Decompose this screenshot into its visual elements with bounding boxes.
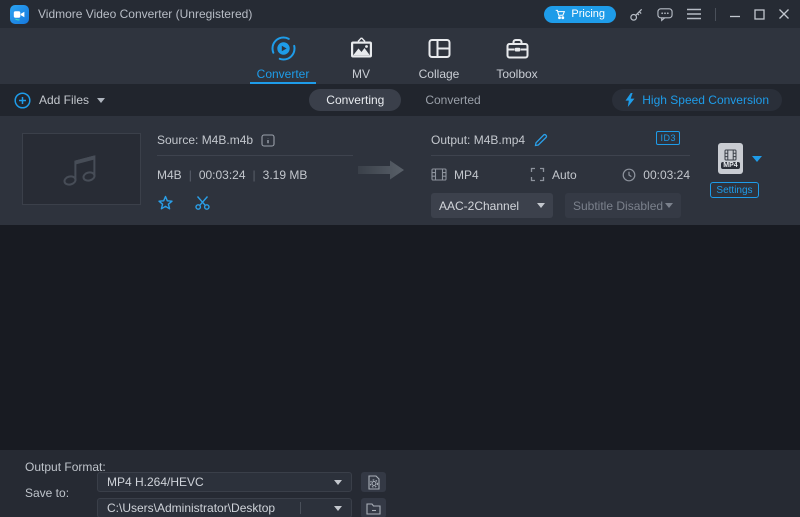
source-divider [157, 155, 353, 156]
cart-icon [555, 9, 566, 20]
converting-tab[interactable]: Converting [309, 89, 401, 111]
scissors-icon [194, 195, 211, 211]
audio-dropdown-caret-icon [537, 203, 545, 208]
pricing-label: Pricing [571, 8, 605, 20]
output-profile-button[interactable]: MP4 [718, 143, 743, 174]
output-divider [431, 155, 690, 156]
app-logo-icon [10, 5, 29, 24]
high-speed-conversion-button[interactable]: High Speed Conversion [612, 89, 782, 111]
toolbox-icon [504, 35, 531, 62]
subtitle-value: Subtitle Disabled [573, 199, 663, 213]
tab-converter-label: Converter [257, 67, 310, 81]
source-filename: Source: M4B.m4b [157, 133, 253, 147]
profile-format-label: MP4 [721, 162, 739, 169]
converter-icon [270, 35, 297, 62]
audio-track-value: AAC-2Channel [439, 199, 519, 213]
maximize-button[interactable] [754, 9, 765, 20]
file-list-empty-area [0, 225, 800, 450]
tab-collage-label: Collage [419, 67, 460, 81]
tab-toolbox-label: Toolbox [496, 67, 537, 81]
music-note-icon [59, 150, 105, 188]
rename-pencil-icon[interactable] [533, 133, 548, 148]
save-to-field-label: Save to: [25, 486, 69, 500]
output-filename: Output: M4B.mp4 [431, 133, 525, 147]
output-format-field-label: Output Format: [25, 460, 106, 474]
mv-icon [348, 35, 375, 62]
file-thumbnail[interactable] [22, 133, 141, 205]
register-key-icon[interactable] [629, 7, 644, 22]
resolution-icon [530, 167, 545, 182]
close-button[interactable] [778, 8, 790, 20]
app-window: Vidmore Video Converter (Unregistered) P… [0, 0, 800, 517]
source-info: Source: M4B.m4b M4B | 00:03:24 | 3.19 MB [157, 132, 353, 212]
converter-toolbar: Add Files Converting Converted High Spee… [0, 84, 800, 116]
profile-film-icon [724, 149, 737, 161]
tab-collage[interactable]: Collage [406, 28, 472, 84]
bottom-bar: Output Format: MP4 H.264/HEVC Save to: C… [0, 450, 800, 517]
output-scale-value: Auto [552, 168, 577, 182]
tab-mv-label: MV [352, 67, 370, 81]
settings-button[interactable]: Settings [710, 182, 759, 198]
source-meta: M4B | 00:03:24 | 3.19 MB [157, 168, 353, 182]
audio-track-dropdown[interactable]: AAC-2Channel [431, 193, 553, 218]
subtitle-dropdown[interactable]: Subtitle Disabled [565, 193, 681, 218]
output-info: Output: M4B.mp4 ID3 MP4 Auto 00:03:24 [431, 132, 690, 218]
output-duration-value: 00:03:24 [643, 168, 690, 182]
window-title: Vidmore Video Converter (Unregistered) [38, 7, 252, 21]
tab-converter[interactable]: Converter [250, 28, 316, 84]
cut-button[interactable] [194, 195, 211, 212]
source-duration: 00:03:24 [199, 168, 246, 182]
output-format-value: MP4 [454, 168, 479, 182]
menu-icon[interactable] [686, 8, 702, 20]
conversion-arrow-icon [356, 158, 406, 182]
save-to-select-value: C:\Users\Administrator\Desktop [107, 501, 275, 515]
lightning-icon [625, 93, 635, 107]
output-meta: MP4 Auto 00:03:24 [431, 167, 690, 182]
profile-caret-icon[interactable] [752, 156, 762, 162]
source-format: M4B [157, 168, 182, 182]
high-speed-label: High Speed Conversion [642, 93, 769, 107]
main-nav: Converter MV Collage Toolbox [0, 28, 800, 84]
titlebar-separator [715, 8, 716, 21]
feedback-icon[interactable] [657, 7, 673, 22]
pricing-button[interactable]: Pricing [544, 6, 616, 23]
tab-toolbox[interactable]: Toolbox [484, 28, 550, 84]
converted-tab[interactable]: Converted [415, 89, 490, 111]
subtitle-dropdown-caret-icon [665, 203, 673, 208]
clock-icon [622, 168, 636, 182]
minimize-button[interactable] [729, 8, 741, 20]
open-folder-button[interactable] [361, 498, 386, 517]
edit-star-icon [157, 195, 174, 212]
edit-effects-button[interactable] [157, 195, 174, 212]
film-icon [431, 168, 447, 181]
titlebar: Vidmore Video Converter (Unregistered) P… [0, 0, 800, 28]
source-size: 3.19 MB [263, 168, 308, 182]
file-item-row: Source: M4B.m4b M4B | 00:03:24 | 3.19 MB [0, 116, 800, 225]
save-to-separator [300, 502, 301, 514]
collage-icon [426, 35, 453, 62]
folder-icon [366, 502, 381, 515]
save-to-select[interactable]: C:\Users\Administrator\Desktop [97, 498, 352, 517]
tab-mv[interactable]: MV [328, 28, 394, 84]
id3-editor-button[interactable]: ID3 [656, 131, 680, 145]
save-to-caret-icon [334, 506, 342, 511]
info-icon[interactable] [261, 134, 275, 147]
